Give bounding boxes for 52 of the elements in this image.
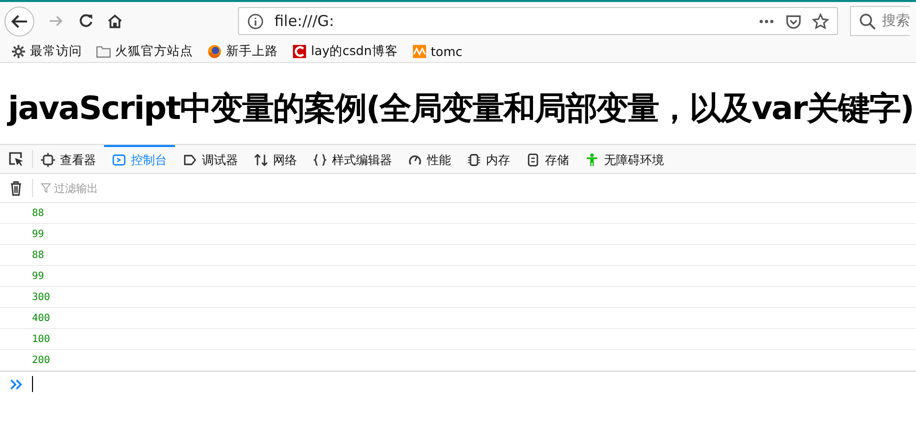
- zigzag-logo-icon: [412, 44, 427, 58]
- search-placeholder: 搜索: [882, 12, 910, 30]
- console-output: 200: [32, 354, 50, 366]
- terminal-icon: [112, 153, 126, 167]
- info-icon[interactable]: [247, 12, 264, 30]
- folder-icon: [96, 44, 111, 58]
- devtools-tab[interactable]: 存储: [518, 145, 577, 173]
- console-output: 100: [32, 334, 50, 344]
- search-icon: [858, 12, 876, 30]
- devtools-tab[interactable]: 样式编辑器: [305, 145, 400, 173]
- prompt-icon: [10, 378, 23, 390]
- reload-button[interactable]: [76, 12, 94, 30]
- address-bar[interactable]: file:///G:: [238, 7, 838, 35]
- chip-icon: [467, 153, 481, 167]
- console-output: 99: [32, 270, 44, 282]
- figure-icon: [585, 153, 599, 167]
- bookmark-item[interactable]: 新手上路: [207, 42, 278, 60]
- drawer-icon: [526, 153, 540, 167]
- bookmark-item[interactable]: 火狐官方站点: [96, 42, 193, 60]
- element-picker-icon[interactable]: [8, 151, 24, 167]
- bookmark-item[interactable]: tomc: [412, 44, 462, 58]
- url-text: file:///G:: [274, 12, 334, 30]
- c-logo-icon: [292, 44, 307, 58]
- arrows-icon: [254, 153, 268, 167]
- devtools-tab[interactable]: 内存: [459, 145, 518, 173]
- console-output: 88: [32, 208, 44, 218]
- devtools-tab[interactable]: 无障碍环境: [577, 145, 672, 173]
- devtools-tab[interactable]: 网络: [246, 145, 305, 173]
- devtools-tab[interactable]: 调试器: [175, 145, 246, 173]
- devtools-tab[interactable]: 性能: [400, 145, 459, 173]
- console-output: 400: [32, 312, 50, 324]
- page-heading: javaScript中变量的案例(全局变量和局部变量，以及var关键字): [8, 88, 914, 129]
- bookmark-item[interactable]: 最常访问: [11, 42, 82, 60]
- devtools-tab[interactable]: 查看器: [33, 145, 104, 173]
- frame-icon: [41, 153, 55, 167]
- home-button[interactable]: [106, 12, 124, 30]
- gear-icon: [11, 44, 26, 58]
- trash-icon[interactable]: [8, 180, 24, 196]
- console-output: 300: [32, 292, 50, 302]
- filter-placeholder: 过滤输出: [54, 180, 98, 196]
- pocket-icon[interactable]: [784, 12, 802, 30]
- search-field[interactable]: 搜索: [850, 6, 910, 36]
- gauge-icon: [408, 153, 422, 167]
- console-output: 99: [32, 228, 44, 240]
- tag-icon: [183, 153, 197, 167]
- star-icon[interactable]: [812, 12, 829, 30]
- globe-icon: [207, 44, 222, 58]
- back-button[interactable]: [4, 6, 35, 36]
- console-output: 88: [32, 250, 44, 260]
- bookmark-item[interactable]: lay的csdn博客: [292, 42, 398, 60]
- funnel-icon: [41, 183, 51, 193]
- braces-icon: [313, 153, 327, 167]
